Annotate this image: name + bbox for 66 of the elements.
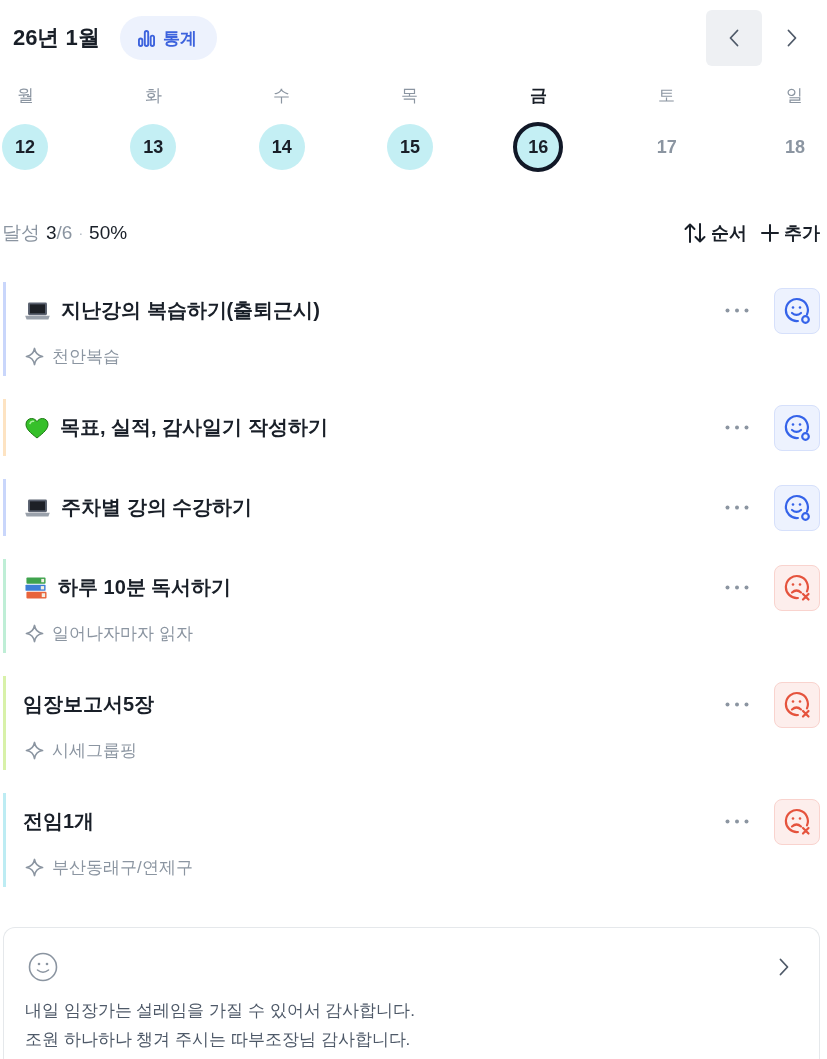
sparkle-icon — [25, 624, 44, 643]
sort-arrows-icon — [684, 223, 706, 243]
task-title: 임장보고서5장 — [23, 692, 155, 717]
frown-icon — [783, 690, 811, 719]
task-note: 부산동래구/연제구 — [52, 857, 193, 879]
laptop-icon — [25, 498, 50, 517]
month-title: 26년 1월 — [13, 24, 100, 52]
weekday-label: 수 — [273, 85, 291, 107]
date-button[interactable]: 16 — [513, 122, 564, 172]
sparkle-icon — [25, 347, 44, 366]
task-title: 주차별 강의 수강하기 — [61, 495, 253, 520]
weekday-label: 목 — [401, 85, 419, 107]
add-button[interactable]: 추가 — [761, 221, 820, 245]
date-button[interactable]: 13 — [130, 124, 177, 170]
chevron-right-icon — [787, 29, 797, 47]
separator-dot: · — [78, 225, 84, 241]
more-icon — [725, 308, 749, 313]
progress-percent: 50% — [89, 222, 128, 244]
status-button[interactable] — [774, 287, 820, 334]
frown-icon — [783, 573, 811, 602]
sparkle-icon — [25, 741, 44, 760]
task-title: 전임1개 — [23, 809, 95, 834]
task-note: 시세그룹핑 — [52, 740, 137, 762]
gratitude-card[interactable]: 내일 임장가는 설레임을 가질 수 있어서 감사합니다. 조원 하나하나 챙겨 주시는 따부조장님 감사합니다. — [3, 927, 820, 1059]
stats-button[interactable]: 통계 — [119, 16, 217, 60]
more-icon — [725, 505, 749, 510]
status-button[interactable] — [774, 681, 820, 728]
status-button[interactable] — [774, 404, 820, 451]
chevron-right-icon — [779, 958, 789, 976]
smile-icon — [783, 296, 811, 325]
weekday-label: 화 — [144, 85, 162, 107]
date-button[interactable]: 12 — [2, 124, 48, 170]
sparkle-icon — [25, 858, 44, 877]
task-title: 지난강의 복습하기(출퇴근시) — [61, 298, 320, 323]
sort-button[interactable]: 순서 — [684, 221, 747, 245]
plus-icon — [761, 224, 779, 242]
weekday-label: 토 — [658, 85, 676, 107]
more-icon — [725, 819, 749, 824]
smiley-icon — [28, 952, 58, 982]
date-button[interactable]: 14 — [258, 124, 305, 170]
status-button[interactable] — [774, 484, 820, 531]
more-icon — [725, 425, 749, 430]
weekday-label: 월 — [16, 85, 34, 107]
bar-chart-icon — [137, 29, 155, 47]
weekday-label: 일 — [786, 85, 804, 107]
more-icon — [725, 585, 749, 590]
more-icon — [725, 702, 749, 707]
status-button[interactable] — [774, 798, 820, 845]
task-note: 천안복습 — [52, 346, 120, 368]
task-title: 목표, 실적, 감사일기 작성하기 — [60, 415, 328, 440]
weekday-label: 금 — [529, 85, 547, 107]
task-title: 하루 10분 독서하기 — [58, 575, 232, 600]
gratitude-text: 조원 하나하나 챙겨 주시는 따부조장님 감사합니다. — [25, 1029, 412, 1051]
progress-count: 3/6 — [46, 222, 73, 244]
laptop-icon — [25, 301, 50, 320]
smile-icon — [783, 413, 811, 442]
status-button[interactable] — [774, 564, 820, 611]
task-note: 일어나자마자 읽자 — [52, 623, 193, 645]
date-button[interactable]: 15 — [387, 124, 433, 170]
achievement-label: 달성 — [2, 221, 40, 245]
smile-icon — [783, 493, 811, 522]
frown-icon — [783, 807, 811, 836]
chevron-left-icon — [729, 29, 739, 47]
gratitude-text: 내일 임장가는 설레임을 가질 수 있어서 감사합니다. — [25, 1000, 417, 1022]
books-icon — [25, 576, 47, 599]
heart-icon — [25, 416, 49, 439]
